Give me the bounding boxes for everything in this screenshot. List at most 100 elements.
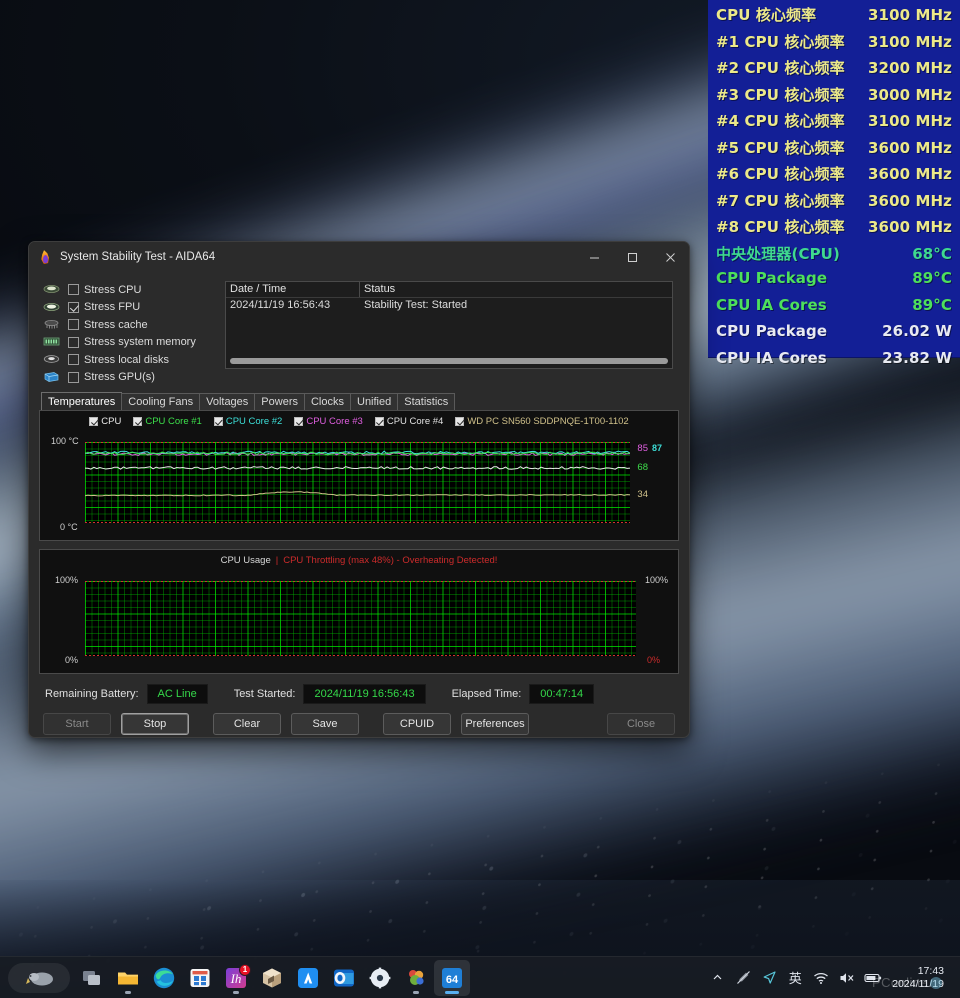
stress-option-checkbox[interactable] <box>68 337 79 348</box>
legend-item[interactable]: WD PC SN560 SDDPNQE-1T00-1102 <box>455 416 628 427</box>
stress-option-checkbox[interactable] <box>68 302 79 313</box>
start-button[interactable]: Start <box>43 713 111 735</box>
cpu-icon <box>43 283 60 296</box>
legend-checkbox[interactable] <box>214 417 223 426</box>
clear-button[interactable]: Clear <box>213 713 281 735</box>
legend-checkbox[interactable] <box>133 417 142 426</box>
usage-axis-top-right: 100% <box>645 575 668 585</box>
usage-axis-bottom-right: 0% <box>647 655 660 665</box>
taskbar-item-package-app[interactable] <box>254 960 290 996</box>
temperature-current-value-label: 87 <box>652 443 662 453</box>
tab-powers[interactable]: Powers <box>254 393 305 410</box>
stress-option-checkbox[interactable] <box>68 372 79 383</box>
stop-button[interactable]: Stop <box>121 713 189 735</box>
taskbar-item-microsoft-store[interactable] <box>182 960 218 996</box>
taskbar-item-file-explorer[interactable] <box>110 960 146 996</box>
tab-clocks[interactable]: Clocks <box>304 393 351 410</box>
stress-option-row[interactable]: Stress local disks <box>43 351 209 368</box>
tab-statistics[interactable]: Statistics <box>397 393 455 410</box>
save-button[interactable]: Save <box>291 713 359 735</box>
log-cell-datetime: 2024/11/19 16:56:43 <box>226 298 360 313</box>
taskbar-item-microsoft-edge[interactable] <box>146 960 182 996</box>
svg-text:64: 64 <box>446 974 459 986</box>
preferences-button[interactable]: Preferences <box>461 713 529 735</box>
weather-widget-icon <box>22 968 56 988</box>
legend-label: CPU Core #2 <box>226 416 283 427</box>
stress-option-label: Stress CPU <box>84 284 141 296</box>
stress-option-row[interactable]: Stress cache <box>43 316 209 333</box>
osd-row: 中央处理器(CPU)68°C <box>716 243 952 270</box>
log-horizontal-scrollbar[interactable] <box>230 358 668 364</box>
show-hidden-icons-chevron[interactable] <box>704 963 730 993</box>
legend-item[interactable]: CPU <box>89 416 121 427</box>
taskbar-item-adobe-app[interactable] <box>290 960 326 996</box>
taskbar-item-settings[interactable] <box>362 960 398 996</box>
taskbar-clock[interactable]: 17:43 2024/11/19 <box>886 965 952 991</box>
taskbar-item-task-view[interactable] <box>74 960 110 996</box>
taskbar-item-notes-app[interactable]: Ih1 <box>218 960 254 996</box>
osd-row-value: 89°C <box>912 296 952 314</box>
osd-row: #5 CPU 核心频率3600 MHz <box>716 137 952 164</box>
ime-language-icon[interactable]: 英 <box>782 963 808 993</box>
close-dialog-button[interactable]: Close <box>607 713 675 735</box>
osd-row-value: 3600 MHz <box>868 218 952 236</box>
stress-option-row[interactable]: Stress FPU <box>43 299 209 316</box>
stress-option-row[interactable]: Stress system memory <box>43 334 209 351</box>
osd-row: #7 CPU 核心频率3600 MHz <box>716 190 952 217</box>
osd-row-label: 中央处理器(CPU) <box>716 243 912 264</box>
taskbar-widgets-button[interactable] <box>8 963 70 993</box>
taskbar-apps: Ih1 64 <box>0 960 470 996</box>
osd-row-value: 3600 MHz <box>868 192 952 210</box>
stress-option-label: Stress system memory <box>84 336 196 348</box>
tab-bar: TemperaturesCooling FansVoltagesPowersCl… <box>41 392 689 410</box>
file-explorer-icon <box>116 966 140 990</box>
charts-area: CPU CPU Core #1 CPU Core #2 CPU Core #3 CPU … <box>29 410 689 674</box>
osd-row: #3 CPU 核心频率3000 MHz <box>716 84 952 111</box>
window-titlebar[interactable]: System Stability Test - AIDA64 <box>29 242 689 273</box>
temperature-current-value-label: 85 <box>637 443 648 454</box>
tab-cooling-fans[interactable]: Cooling Fans <box>121 393 200 410</box>
taskbar-item-outlook[interactable] <box>326 960 362 996</box>
pen-off-icon[interactable] <box>730 963 756 993</box>
legend-checkbox[interactable] <box>455 417 464 426</box>
taskbar-item-media-app[interactable] <box>398 960 434 996</box>
cpuid-button[interactable]: CPUID <box>383 713 451 735</box>
stress-option-checkbox[interactable] <box>68 284 79 295</box>
close-button[interactable] <box>651 242 689 273</box>
stress-option-row[interactable]: Stress GPU(s) <box>43 369 209 386</box>
usage-limit-line-top <box>85 581 636 582</box>
stress-option-checkbox[interactable] <box>68 319 79 330</box>
battery-icon[interactable] <box>860 963 886 993</box>
minimize-button[interactable] <box>575 242 613 273</box>
battery-value: AC Line <box>147 684 208 704</box>
tab-unified[interactable]: Unified <box>350 393 398 410</box>
aida64-osd-panel: CPU 核心频率3100 MHz#1 CPU 核心频率3100 MHz#2 CP… <box>708 0 960 358</box>
legend-item[interactable]: CPU Core #3 <box>294 416 363 427</box>
log-table[interactable]: Date / Time Status 2024/11/19 16:56:43 S… <box>225 281 673 369</box>
legend-checkbox[interactable] <box>294 417 303 426</box>
wifi-icon[interactable] <box>808 963 834 993</box>
osd-row-label: #7 CPU 核心频率 <box>716 190 868 211</box>
tab-voltages[interactable]: Voltages <box>199 393 255 410</box>
elapsed-time-value: 00:47:14 <box>529 684 594 704</box>
volume-muted-icon[interactable] <box>834 963 860 993</box>
tab-temperatures[interactable]: Temperatures <box>41 392 122 410</box>
stress-option-checkbox[interactable] <box>68 354 79 365</box>
osd-row-value: 23.82 W <box>882 349 952 367</box>
window-title: System Stability Test - AIDA64 <box>60 251 215 263</box>
taskbar-item-aida64[interactable]: 64 <box>434 960 470 996</box>
legend-item[interactable]: CPU Core #1 <box>133 416 202 427</box>
legend-item[interactable]: CPU Core #2 <box>214 416 283 427</box>
location-send-icon[interactable] <box>756 963 782 993</box>
task-view-icon <box>80 966 104 990</box>
adobe-app-icon <box>296 966 320 990</box>
stress-option-row[interactable]: Stress CPU <box>43 281 209 298</box>
osd-row-label: CPU IA Cores <box>716 349 882 367</box>
table-row[interactable]: 2024/11/19 16:56:43 Stability Test: Star… <box>226 298 672 313</box>
legend-item[interactable]: CPU Core #4 <box>375 416 444 427</box>
legend-checkbox[interactable] <box>375 417 384 426</box>
temperature-series-line <box>85 467 630 470</box>
maximize-button[interactable] <box>613 242 651 273</box>
cpu-usage-title: CPU Usage <box>221 555 271 566</box>
legend-checkbox[interactable] <box>89 417 98 426</box>
